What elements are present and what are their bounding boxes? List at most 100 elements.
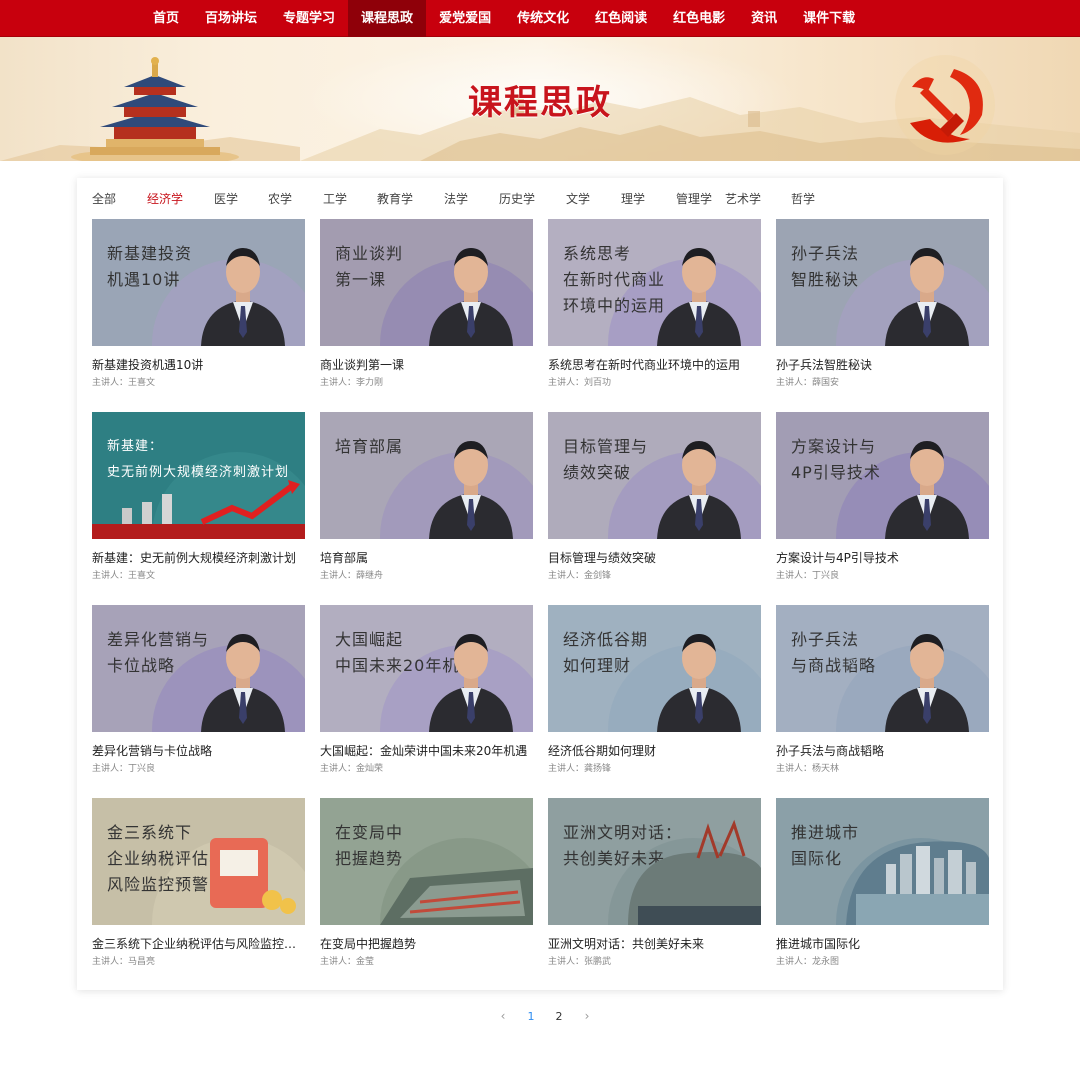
course-thumbnail[interactable]: 推进城市 国际化 [776, 798, 989, 925]
course-title[interactable]: 金三系统下企业纳税评估与风险监控预警 [92, 935, 305, 952]
nav-item-traditional-culture[interactable]: 传统文化 [504, 0, 582, 37]
nav-item-patriotism[interactable]: 爱党爱国 [426, 0, 504, 37]
course-thumbnail[interactable]: 方案设计与 4P引导技术 [776, 412, 989, 539]
course-thumbnail[interactable]: 新基建： 史无前例大规模经济刺激计划 [92, 412, 305, 539]
course-speaker: 主讲人：丁兴良 [776, 571, 840, 581]
tab-history[interactable]: 历史学 [499, 190, 566, 210]
course-title[interactable]: 商业谈判第一课 [320, 356, 533, 373]
course-speaker: 主讲人：王喜文 [92, 571, 156, 581]
course-card[interactable]: 金三系统下 企业纳税评估与 风险监控预警金三系统下企业纳税评估与风险监控预警主讲… [92, 798, 305, 968]
thumbnail-title-text: 培育部属 [335, 437, 404, 456]
tab-philosophy[interactable]: 哲学 [791, 190, 821, 210]
course-thumbnail[interactable]: 系统思考 在新时代商业 环境中的运用 [548, 219, 761, 346]
course-thumbnail[interactable]: 大国崛起 中国未来20年机遇 [320, 605, 533, 732]
page-number-1[interactable]: 1 [517, 1010, 545, 1023]
course-card[interactable]: 孙子兵法 与商战韬略 孙子兵法与商战韬略 主讲人：杨天林 [776, 605, 989, 775]
thumbnail-title-text: 差异化营销与 卡位战略 [107, 630, 210, 675]
course-speaker: 主讲人：刘百功 [548, 378, 612, 388]
course-title[interactable]: 差异化营销与卡位战略 [92, 742, 305, 759]
thumbnail-illustration [210, 838, 296, 914]
tab-engineering[interactable]: 工学 [323, 190, 377, 210]
course-speaker: 主讲人：马昌亮 [92, 957, 156, 967]
nav-item-course-ideology[interactable]: 课程思政 [348, 0, 427, 37]
course-thumbnail[interactable]: 亚洲文明对话： 共创美好未来 [548, 798, 761, 925]
tab-medicine[interactable]: 医学 [214, 190, 268, 210]
tab-economics[interactable]: 经济学 [147, 190, 214, 210]
next-page-button[interactable]: › [573, 1009, 601, 1023]
nav-item-red-movies[interactable]: 红色电影 [660, 0, 738, 37]
course-title[interactable]: 大国崛起：金灿荣讲中国未来20年机遇 [320, 742, 533, 759]
course-title[interactable]: 孙子兵法与商战韬略 [776, 742, 989, 759]
tab-agriculture[interactable]: 农学 [268, 190, 323, 210]
course-title[interactable]: 经济低谷期如何理财 [548, 742, 761, 759]
course-thumbnail[interactable]: 孙子兵法 与商战韬略 [776, 605, 989, 732]
nav-item-topic-study[interactable]: 专题学习 [270, 0, 348, 37]
course-thumbnail[interactable]: 差异化营销与 卡位战略 [92, 605, 305, 732]
course-title[interactable]: 培育部属 [320, 549, 533, 566]
course-thumbnail[interactable]: 目标管理与 绩效突破 [548, 412, 761, 539]
tab-all[interactable]: 全部 [92, 190, 147, 210]
course-title[interactable]: 在变局中把握趋势 [320, 935, 533, 952]
thumbnail-title-text: 系统思考 在新时代商业 环境中的运用 [563, 244, 666, 315]
course-title[interactable]: 孙子兵法智胜秘诀 [776, 356, 989, 373]
course-card[interactable]: 系统思考 在新时代商业 环境中的运用系统思考在新时代商业环境中的运用主讲人：刘百… [548, 219, 761, 389]
course-speaker: 主讲人：龚扬锋 [548, 764, 612, 774]
tab-management[interactable]: 管理学 [676, 190, 725, 210]
course-card[interactable]: 推进城市 国际化 推进城市国际化 主讲人：龙永图 [776, 798, 989, 968]
tab-science[interactable]: 理学 [621, 190, 676, 210]
course-speaker: 主讲人：金剑锋 [548, 571, 612, 581]
course-card[interactable]: 商业谈判 第一课 商业谈判第一课 主讲人：李力刚 [320, 219, 533, 389]
nav-item-courseware-download[interactable]: 课件下载 [790, 0, 868, 37]
course-list-panel: 全部 经济学 医学 农学 工学 教育学 法学 历史学 文学 理学 管理学 艺术学… [77, 178, 1003, 990]
course-title[interactable]: 新基建投资机遇10讲 [92, 356, 305, 373]
lecturer-portrait [657, 634, 741, 732]
nav-item-news[interactable]: 资讯 [738, 0, 790, 37]
course-title[interactable]: 亚洲文明对话：共创美好未来 [548, 935, 761, 952]
course-card[interactable]: 差异化营销与 卡位战略 差异化营销与卡位战略 主讲人：丁兴良 [92, 605, 305, 775]
course-thumbnail[interactable]: 在变局中 把握趋势 [320, 798, 533, 925]
nav-item-lecture[interactable]: 百场讲坛 [192, 0, 270, 37]
course-thumbnail[interactable]: 金三系统下 企业纳税评估与 风险监控预警 [92, 798, 305, 925]
course-thumbnail[interactable]: 培育部属 [320, 412, 533, 539]
course-title[interactable]: 目标管理与绩效突破 [548, 549, 761, 566]
course-card[interactable]: 在变局中 把握趋势 在变局中把握趋势 主讲人：金莹 [320, 798, 533, 968]
course-card[interactable]: 培育部属 培育部属 主讲人：薛继舟 [320, 412, 533, 582]
course-speaker: 主讲人：张鹏武 [548, 957, 612, 967]
tab-literature[interactable]: 文学 [566, 190, 621, 210]
nav-item-home[interactable]: 首页 [140, 0, 192, 37]
course-card[interactable]: 目标管理与 绩效突破目标管理与绩效突破主讲人：金剑锋 [548, 412, 761, 582]
thumbnail-title-text: 孙子兵法 智胜秘诀 [791, 244, 860, 289]
lecturer-portrait [657, 248, 741, 346]
banner-title: 课程思政 [468, 83, 612, 123]
lecturer-portrait [657, 441, 741, 539]
tab-law[interactable]: 法学 [444, 190, 499, 210]
course-thumbnail[interactable]: 商业谈判 第一课 [320, 219, 533, 346]
course-speaker: 主讲人：金灿荣 [320, 764, 384, 774]
course-title[interactable]: 推进城市国际化 [776, 935, 989, 952]
tab-education[interactable]: 教育学 [377, 190, 444, 210]
course-thumbnail[interactable]: 新基建投资 机遇10讲 [92, 219, 305, 346]
course-title[interactable]: 新基建：史无前例大规模经济刺激计划 [92, 549, 305, 566]
thumbnail-title-text: 新基建投资 机遇10讲 [107, 244, 193, 289]
course-thumbnail[interactable]: 孙子兵法 智胜秘诀 [776, 219, 989, 346]
course-card[interactable]: 经济低谷期 如何理财经济低谷期如何理财主讲人：龚扬锋 [548, 605, 761, 775]
course-card[interactable]: 孙子兵法 智胜秘诀 孙子兵法智胜秘诀 主讲人：薛国安 [776, 219, 989, 389]
course-card[interactable]: 大国崛起 中国未来20年机遇大国崛起：金灿荣讲中国未来20年机遇主讲人：金灿荣 [320, 605, 533, 775]
course-thumbnail[interactable]: 经济低谷期 如何理财 [548, 605, 761, 732]
nav-item-red-reading[interactable]: 红色阅读 [582, 0, 660, 37]
course-card[interactable]: 方案设计与 4P引导技术方案设计与4P引导技术主讲人：丁兴良 [776, 412, 989, 582]
nav-list: 首页 百场讲坛 专题学习 课程思政 爱党爱国 传统文化 红色阅读 红色电影 资讯… [140, 0, 868, 37]
course-card[interactable]: 新基建投资 机遇10讲 新基建投资机遇10讲 主讲人：王喜文 [92, 219, 305, 389]
course-card[interactable]: 亚洲文明对话： 共创美好未来亚洲文明对话：共创美好未来主讲人：张鹏武 [548, 798, 761, 968]
page-number-2[interactable]: 2 [545, 1010, 573, 1023]
course-speaker: 主讲人：薛继舟 [320, 571, 384, 581]
course-title[interactable]: 方案设计与4P引导技术 [776, 549, 989, 566]
thumbnail-title-text: 商业谈判 第一课 [335, 244, 404, 289]
category-tabs: 全部 经济学 医学 农学 工学 教育学 法学 历史学 文学 理学 管理学 艺术学… [92, 190, 821, 210]
lecturer-portrait [201, 248, 285, 346]
course-card[interactable]: 新基建： 史无前例大规模经济刺激计划新基建：史无前例大规模经济刺激计划主讲人：王… [92, 412, 305, 582]
tab-art[interactable]: 艺术学 [725, 190, 791, 210]
thumbnail-illustration [92, 480, 305, 539]
course-title[interactable]: 系统思考在新时代商业环境中的运用 [548, 356, 761, 373]
prev-page-button[interactable]: ‹ [489, 1009, 517, 1023]
